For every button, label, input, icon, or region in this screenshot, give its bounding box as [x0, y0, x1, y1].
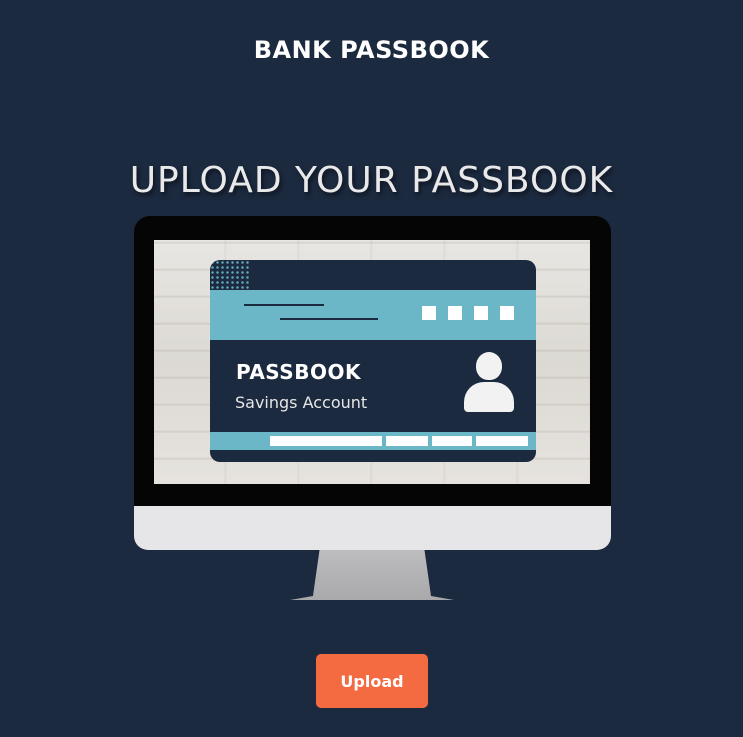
card-bar-segment	[432, 436, 472, 446]
speckle-decoration	[210, 260, 250, 290]
monitor-chin	[134, 506, 611, 550]
monitor-stand	[290, 550, 454, 600]
card-square	[448, 306, 462, 320]
page-title: BANK PASSBOOK	[253, 36, 490, 64]
card-title: PASSBOOK	[236, 360, 361, 384]
monitor-illustration: PASSBOOK Savings Account	[134, 216, 611, 600]
card-square	[422, 306, 436, 320]
monitor-screen: PASSBOOK Savings Account	[154, 240, 590, 484]
card-bar-segment	[270, 436, 382, 446]
upload-button[interactable]: Upload	[316, 654, 428, 708]
monitor-frame: PASSBOOK Savings Account	[134, 216, 611, 506]
card-bar-segment	[476, 436, 528, 446]
card-line	[244, 304, 324, 306]
card-bar-segment	[386, 436, 428, 446]
person-head	[476, 352, 502, 380]
passbook-card-icon: PASSBOOK Savings Account	[210, 260, 536, 462]
card-subtitle: Savings Account	[235, 393, 368, 412]
card-line	[280, 318, 378, 320]
card-square	[500, 306, 514, 320]
upload-heading: UPLOAD YOUR PASSBOOK	[129, 160, 614, 201]
card-square	[474, 306, 488, 320]
person-body	[464, 382, 514, 412]
person-icon	[464, 352, 514, 412]
